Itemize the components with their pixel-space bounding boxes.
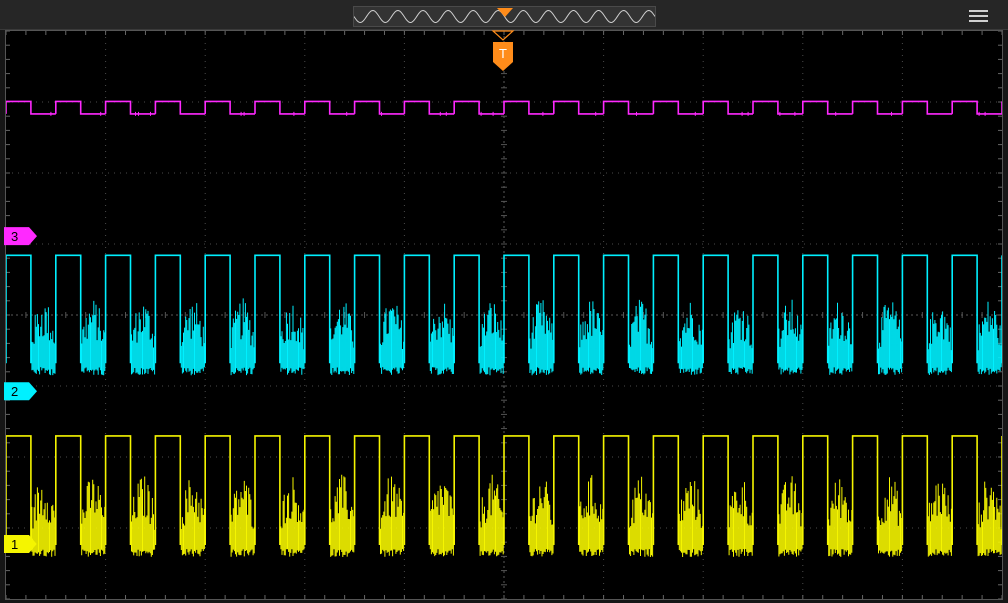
channel-marker-label: 2	[11, 384, 18, 399]
noise-ch1	[31, 474, 1002, 557]
oscilloscope-window	[0, 0, 1008, 603]
trigger-label: T	[499, 46, 507, 61]
waveform-area	[6, 31, 1002, 599]
waveform-ch3	[6, 100, 1002, 116]
trace-ch2	[6, 254, 1002, 364]
waveform-ch1	[6, 435, 1002, 557]
overview-waveform	[354, 8, 655, 24]
overview-trigger-icon	[497, 8, 513, 17]
waveform-display[interactable]	[5, 30, 1003, 600]
waveform-overview[interactable]	[353, 6, 656, 27]
trace-ch1	[6, 435, 1002, 546]
hamburger-menu-icon[interactable]	[966, 7, 992, 25]
trace-ch3	[6, 100, 1002, 115]
waveform-ch2	[6, 254, 1002, 376]
top-bar	[0, 0, 1008, 30]
channel-marker-label: 1	[11, 537, 18, 552]
channel-marker-label: 3	[11, 229, 18, 244]
noise-ch2	[31, 298, 1002, 376]
